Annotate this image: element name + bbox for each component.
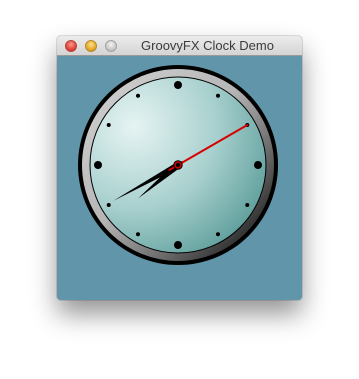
minimize-button[interactable]: [85, 40, 97, 52]
zoom-button[interactable]: [105, 40, 117, 52]
title-bar[interactable]: GroovyFX Clock Demo: [57, 36, 302, 56]
major-hour-marker: [94, 161, 102, 169]
hour-marker: [245, 203, 250, 207]
hour-marker: [216, 232, 220, 237]
hour-marker: [136, 232, 140, 237]
analog-clock: [78, 65, 278, 265]
major-hour-marker: [254, 161, 262, 169]
window-title: GroovyFX Clock Demo: [141, 38, 274, 53]
app-window: GroovyFX Clock Demo: [57, 36, 302, 300]
close-button[interactable]: [65, 40, 77, 52]
major-hour-marker: [174, 81, 182, 89]
hour-marker: [106, 203, 111, 207]
major-hour-marker: [174, 241, 182, 249]
clock-panel: [57, 56, 302, 300]
hour-marker: [216, 93, 220, 98]
hour-marker: [136, 93, 140, 98]
center-dot: [175, 162, 181, 168]
hour-marker: [106, 123, 111, 127]
